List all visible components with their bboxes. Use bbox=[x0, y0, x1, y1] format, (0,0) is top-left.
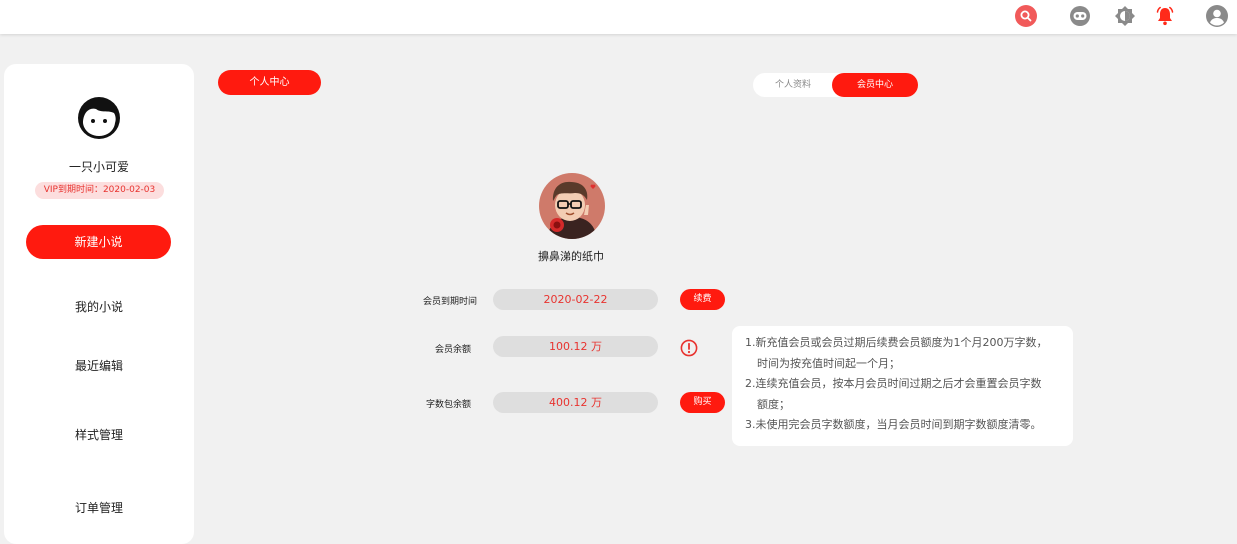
sidebar-item-style-management[interactable]: 样式管理 bbox=[4, 426, 194, 443]
renew-button[interactable]: 续费 bbox=[680, 289, 725, 310]
note-line: 时间为按充值时间起一个月； bbox=[757, 356, 900, 370]
username: 一只小可爱 bbox=[68, 160, 129, 174]
new-novel-button[interactable]: 新建小说 bbox=[26, 225, 171, 259]
avatar bbox=[77, 96, 121, 140]
word-package-balance-value: 400.12 万 bbox=[493, 392, 658, 413]
search-icon[interactable] bbox=[1014, 4, 1038, 28]
membership-expiry-label: 会员到期时间 bbox=[422, 297, 477, 307]
buy-button[interactable]: 购买 bbox=[680, 392, 725, 413]
note-line: 1.新充值会员或会员过期后续费会员额度为1个月200万字数， bbox=[745, 336, 1048, 349]
note-line: 3.未使用完会员字数额度，当月会员时间到期字数额度清零。 bbox=[745, 418, 1042, 431]
sidebar: 一只小可爱 VIP到期时间：2020-02-03 新建小说 我的小说 最近编辑 … bbox=[4, 64, 194, 544]
tab-bar: 个人资料 会员中心 bbox=[753, 73, 918, 97]
brightness-icon[interactable] bbox=[1113, 4, 1137, 28]
sidebar-item-recent-edits[interactable]: 最近编辑 bbox=[4, 357, 194, 374]
word-package-balance-label: 字数包余额 bbox=[425, 400, 471, 410]
bell-alarm-icon[interactable] bbox=[1153, 4, 1177, 28]
note-line: 2.连续充值会员，按本月会员时间过期之后才会重置会员字数 bbox=[745, 377, 1042, 390]
profile-name: 擤鼻涕的纸巾 bbox=[538, 250, 604, 263]
info-icon[interactable] bbox=[680, 339, 698, 357]
user-account-icon[interactable] bbox=[1205, 4, 1229, 28]
membership-expiry-value: 2020-02-22 bbox=[493, 289, 658, 310]
sidebar-item-order-management[interactable]: 订单管理 bbox=[4, 499, 194, 516]
tab-profile[interactable]: 个人资料 bbox=[753, 73, 833, 97]
vip-expiry-badge: VIP到期时间：2020-02-03 bbox=[35, 182, 164, 199]
sidebar-item-my-novels[interactable]: 我的小说 bbox=[4, 298, 194, 315]
member-balance-value: 100.12 万 bbox=[493, 336, 658, 357]
robot-face-icon[interactable] bbox=[1068, 4, 1092, 28]
member-balance-label: 会员余额 bbox=[434, 345, 471, 355]
top-bar bbox=[0, 0, 1237, 34]
profile-avatar bbox=[539, 173, 605, 239]
tab-member-center[interactable]: 会员中心 bbox=[832, 73, 918, 97]
section-title-pill[interactable]: 个人中心 bbox=[218, 70, 321, 95]
note-line: 额度； bbox=[757, 397, 790, 411]
face-avatar-icon bbox=[78, 97, 120, 139]
cartoon-portrait-icon bbox=[539, 173, 605, 239]
membership-notes-panel: 1.新充值会员或会员过期后续费会员额度为1个月200万字数， 时间为按充值时间起… bbox=[732, 326, 1073, 446]
